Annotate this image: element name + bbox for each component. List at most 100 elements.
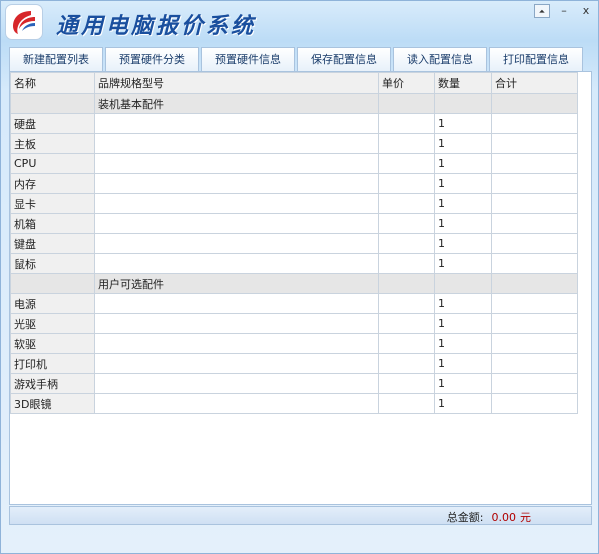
load-config-button[interactable]: 读入配置信息: [393, 47, 487, 71]
cell-name[interactable]: 打印机: [10, 353, 95, 374]
group-row[interactable]: 用户可选配件: [10, 273, 578, 294]
cell-spec[interactable]: [94, 333, 379, 354]
cell-qty[interactable]: 1: [434, 133, 492, 154]
cell-total[interactable]: [491, 393, 578, 414]
cell-name[interactable]: CPU: [10, 153, 95, 174]
cell-spec[interactable]: [94, 233, 379, 254]
table-row[interactable]: 光驱 1: [10, 313, 578, 334]
cell-qty[interactable]: 1: [434, 313, 492, 334]
cell-price[interactable]: [378, 313, 435, 334]
minimize-button[interactable]: –: [556, 4, 572, 18]
cell-qty[interactable]: 1: [434, 393, 492, 414]
column-header-name[interactable]: 名称: [10, 72, 95, 94]
cell-name[interactable]: 鼠标: [10, 253, 95, 274]
column-header-spec[interactable]: 品牌规格型号: [94, 72, 379, 94]
table-row[interactable]: 显卡 1: [10, 193, 578, 214]
cell-price[interactable]: [378, 333, 435, 354]
cell-spec[interactable]: [94, 213, 379, 234]
cell-name[interactable]: 3D眼镜: [10, 393, 95, 414]
cell-spec[interactable]: [94, 293, 379, 314]
cell-price[interactable]: [378, 153, 435, 174]
cell-price[interactable]: [378, 393, 435, 414]
table-row[interactable]: 打印机 1: [10, 353, 578, 374]
cell-total[interactable]: [491, 353, 578, 374]
cell-spec[interactable]: [94, 313, 379, 334]
cell-spec[interactable]: [94, 353, 379, 374]
cell-price[interactable]: [378, 353, 435, 374]
cell-total[interactable]: [491, 293, 578, 314]
cell-name[interactable]: 机箱: [10, 213, 95, 234]
cell-qty[interactable]: 1: [434, 213, 492, 234]
cell-qty[interactable]: 1: [434, 353, 492, 374]
cell-spec[interactable]: [94, 133, 379, 154]
cell-qty[interactable]: 1: [434, 193, 492, 214]
cell-total[interactable]: [491, 313, 578, 334]
column-header-price[interactable]: 单价: [378, 72, 435, 94]
cell-name[interactable]: 游戏手柄: [10, 373, 95, 394]
cell-total[interactable]: [491, 373, 578, 394]
cell-price[interactable]: [378, 253, 435, 274]
table-row[interactable]: 内存 1: [10, 173, 578, 194]
cell-total[interactable]: [491, 173, 578, 194]
cell-price[interactable]: [378, 213, 435, 234]
cell-spec[interactable]: [94, 113, 379, 134]
cell-total[interactable]: [491, 233, 578, 254]
cell-spec[interactable]: [94, 253, 379, 274]
table-row[interactable]: 电源 1: [10, 293, 578, 314]
table-row[interactable]: 鼠标 1: [10, 253, 578, 274]
new-config-list-button[interactable]: 新建配置列表: [9, 47, 103, 71]
cell-qty[interactable]: 1: [434, 293, 492, 314]
cell-spec[interactable]: [94, 393, 379, 414]
cell-name[interactable]: 电源: [10, 293, 95, 314]
close-button[interactable]: x: [578, 4, 594, 18]
cell-price[interactable]: [378, 233, 435, 254]
cell-total[interactable]: [491, 113, 578, 134]
preset-hardware-category-button[interactable]: 预置硬件分类: [105, 47, 199, 71]
cell-qty[interactable]: 1: [434, 253, 492, 274]
cell-price[interactable]: [378, 173, 435, 194]
cell-total[interactable]: [491, 213, 578, 234]
cell-qty[interactable]: 1: [434, 233, 492, 254]
cell-total[interactable]: [491, 153, 578, 174]
cell-spec[interactable]: [94, 153, 379, 174]
cell-name[interactable]: 显卡: [10, 193, 95, 214]
cell-price[interactable]: [378, 113, 435, 134]
table-row[interactable]: 键盘 1: [10, 233, 578, 254]
cell-total[interactable]: [491, 253, 578, 274]
preset-hardware-info-button[interactable]: 预置硬件信息: [201, 47, 295, 71]
cell-total[interactable]: [491, 333, 578, 354]
cell-spec[interactable]: [94, 193, 379, 214]
table-row[interactable]: 软驱 1: [10, 333, 578, 354]
column-header-total[interactable]: 合计: [491, 72, 578, 94]
cell-name[interactable]: 键盘: [10, 233, 95, 254]
cell-price[interactable]: [378, 373, 435, 394]
cell-qty[interactable]: 1: [434, 153, 492, 174]
cell-qty[interactable]: 1: [434, 333, 492, 354]
cell-qty[interactable]: 1: [434, 373, 492, 394]
save-config-button[interactable]: 保存配置信息: [297, 47, 391, 71]
cell-qty[interactable]: 1: [434, 113, 492, 134]
cell-name[interactable]: 硬盘: [10, 113, 95, 134]
cell-price[interactable]: [378, 133, 435, 154]
cell-name[interactable]: 主板: [10, 133, 95, 154]
print-config-button[interactable]: 打印配置信息: [489, 47, 583, 71]
cell-name[interactable]: 光驱: [10, 313, 95, 334]
cell-price[interactable]: [378, 293, 435, 314]
cell-spec[interactable]: [94, 373, 379, 394]
cell-total[interactable]: [491, 133, 578, 154]
group-row[interactable]: 装机基本配件: [10, 93, 578, 114]
pin-icon[interactable]: ⏶: [534, 4, 550, 18]
column-header-qty[interactable]: 数量: [434, 72, 492, 94]
table-row[interactable]: CPU 1: [10, 153, 578, 174]
cell-spec[interactable]: [94, 173, 379, 194]
cell-total[interactable]: [491, 193, 578, 214]
table-row[interactable]: 硬盘 1: [10, 113, 578, 134]
cell-name[interactable]: 软驱: [10, 333, 95, 354]
table-row[interactable]: 主板 1: [10, 133, 578, 154]
table-row[interactable]: 游戏手柄 1: [10, 373, 578, 394]
table-row[interactable]: 3D眼镜 1: [10, 393, 578, 414]
cell-qty[interactable]: 1: [434, 173, 492, 194]
cell-name[interactable]: 内存: [10, 173, 95, 194]
table-row[interactable]: 机箱 1: [10, 213, 578, 234]
cell-price[interactable]: [378, 193, 435, 214]
